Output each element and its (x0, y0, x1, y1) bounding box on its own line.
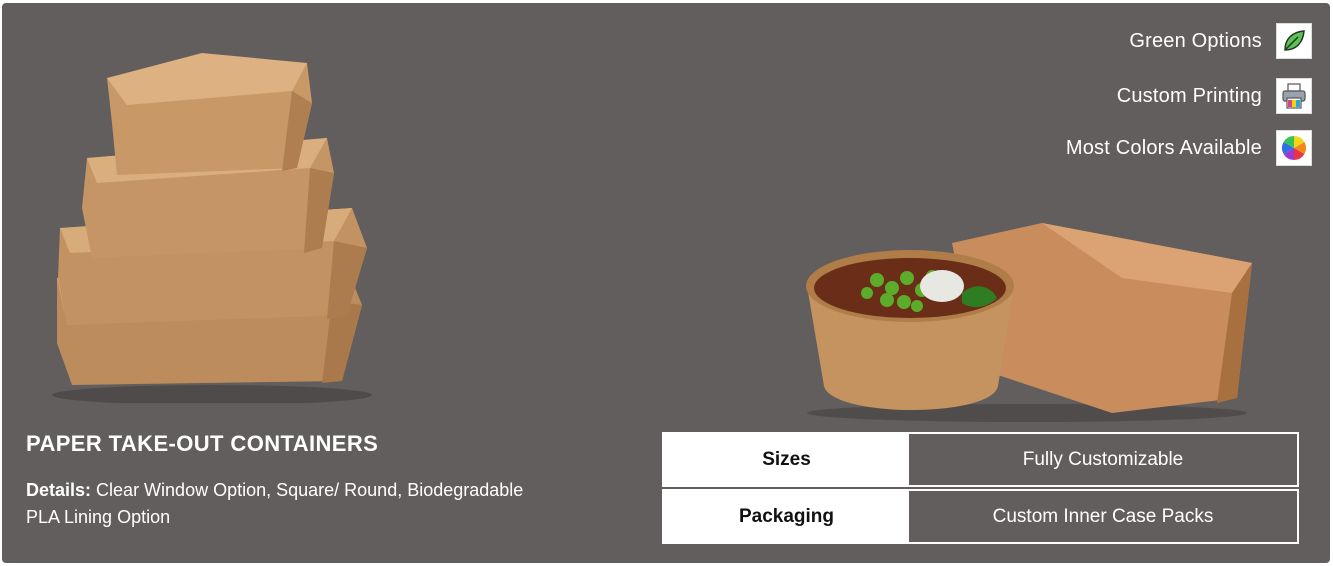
leaf-icon (1276, 23, 1312, 59)
product-title: PAPER TAKE-OUT CONTAINERS (26, 431, 379, 456)
color-wheel-icon (1276, 130, 1312, 166)
feature-most-colors: Most Colors Available (1066, 130, 1312, 166)
details-label: Details: (26, 480, 92, 500)
bowl-and-box-image (806, 223, 1252, 422)
spec-row-packaging: Packaging Custom Inner Case Packs (662, 489, 1299, 544)
stacked-boxes-image (52, 53, 372, 403)
feature-custom-printing: Custom Printing (1117, 78, 1312, 114)
spec-key: Packaging (664, 491, 909, 542)
feature-green-options: Green Options (1129, 23, 1312, 59)
details-text: Clear Window Option, Square/ Round, Biod… (26, 480, 524, 527)
feature-label: Green Options (1129, 29, 1262, 52)
spec-value: Fully Customizable (909, 434, 1297, 485)
product-panel: Green Options Custom Printing Most Color… (2, 3, 1330, 563)
spec-value: Custom Inner Case Packs (909, 491, 1297, 542)
feature-label: Custom Printing (1116, 84, 1262, 107)
feature-label: Most Colors Available (1065, 136, 1262, 159)
spec-key: Sizes (664, 434, 909, 485)
product-details: Details: Clear Window Option, Square/ Ro… (26, 477, 546, 531)
printer-icon (1276, 78, 1312, 114)
spec-row-sizes: Sizes Fully Customizable (662, 432, 1299, 487)
